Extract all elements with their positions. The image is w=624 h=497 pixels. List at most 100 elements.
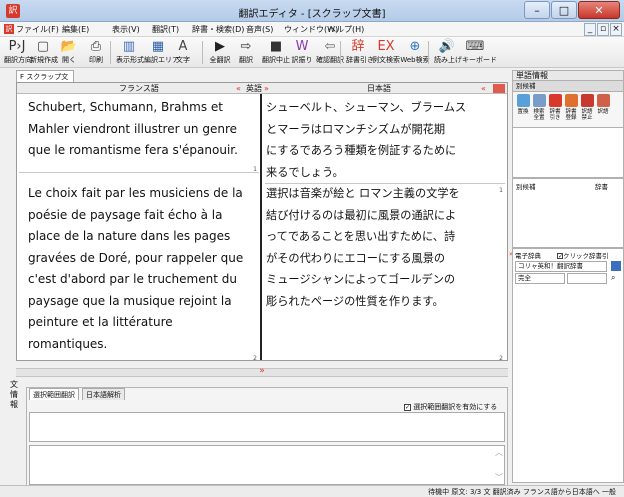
segment-line: Mahler viendront illustrer un genre: [28, 121, 238, 136]
dictionary-icon[interactable]: [549, 94, 562, 107]
swap-right-icon[interactable]: »: [264, 83, 269, 94]
lang-toggle[interactable]: 英語: [246, 83, 262, 94]
selection-source-box[interactable]: [29, 412, 505, 442]
toolbar-label: 翻訳: [239, 56, 253, 64]
direction-icon: P›J: [8, 39, 26, 54]
target-text-pane[interactable]: シューベルト、シューマン、ブラームス とマーラはロマンチシズムが開花期 にするであろ…: [263, 94, 507, 362]
prohibit-icon[interactable]: [581, 94, 594, 107]
keyboard-button[interactable]: ⌨ キーボード: [462, 39, 497, 67]
mdi-restore-button[interactable]: ▫: [597, 23, 609, 36]
selection-result-box[interactable]: ︿ ﹀: [29, 445, 505, 485]
dictionary-select[interactable]: コリャ英和！翻訳辞書: [515, 261, 607, 272]
collapse-icon[interactable]: «: [481, 83, 486, 94]
dictionary-book-icon[interactable]: [611, 261, 621, 271]
segment-line: gravées de Doré, pour rappeler que: [28, 250, 244, 265]
example-search-button[interactable]: EX 例文検索: [372, 39, 400, 67]
mdi-minimize-button[interactable]: _: [584, 23, 596, 36]
segment-line: 彫られたページの性質を作ります。: [266, 294, 444, 308]
panel-splitter[interactable]: »: [16, 366, 508, 377]
enable-selection-translate-checkbox[interactable]: ✓ 選択範囲翻訳を有効にする: [404, 402, 497, 412]
swap-left-icon[interactable]: «: [236, 83, 241, 94]
segment-number: 2: [253, 355, 257, 362]
checkbox-checked-icon: ✓: [404, 403, 411, 411]
target-language-header: 日本語: [367, 84, 391, 93]
view-format-icon: ▥: [122, 39, 136, 54]
grid-header-alternatives: 別候補: [516, 183, 536, 191]
sentence-info-panel: 選択範囲翻訳 日本語解析 ✓ 選択範囲翻訳を有効にする ︿ ﹀: [26, 387, 508, 491]
segment-line: poésie de paysage fait écho à la: [28, 207, 223, 222]
tool-label: 辞書登録: [565, 109, 577, 121]
segment-line: 来るでしょう。: [266, 165, 344, 179]
web-search-button[interactable]: ⊕ Web検索: [400, 39, 430, 67]
source-language-header: フランス語: [119, 84, 159, 93]
checkbox-label: 選択範囲翻訳を有効にする: [413, 403, 498, 411]
register-icon[interactable]: [565, 94, 578, 107]
maximize-button[interactable]: □: [551, 1, 577, 19]
keyboard-icon: ⌨: [465, 39, 485, 54]
toolbar-label: 辞書引き: [346, 56, 374, 64]
toolbar-separator: [340, 41, 341, 64]
edit-area-button[interactable]: ▦ 編訳エリア: [144, 39, 179, 67]
tab-japanese-analysis[interactable]: 日本語解析: [82, 388, 125, 400]
direction-button[interactable]: P›J 翻訳方向: [4, 39, 32, 67]
menu-item-7[interactable]: ヘルプ(H): [328, 24, 364, 35]
tool-label: 訳語禁止: [581, 109, 593, 121]
minimize-button[interactable]: –: [524, 1, 550, 19]
toolbar-label: 翻訳方向: [4, 56, 32, 64]
mdi-close-button[interactable]: ×: [610, 23, 622, 36]
segment-line: que le romantisme fera s'épanouir.: [28, 143, 238, 157]
translate-all-icon: ▶: [215, 39, 225, 54]
alternatives-grid[interactable]: 別候補 辞書: [512, 178, 624, 248]
toolbar-label: 全翻訳: [209, 56, 231, 64]
binoculars-icon[interactable]: ⌕: [611, 273, 615, 283]
new-document-icon: ▢: [36, 39, 50, 54]
column-header: フランス語 « 英語 » 日本語 «: [17, 83, 507, 94]
font-button[interactable]: A 文字: [172, 39, 194, 67]
new-document-button[interactable]: ▢ 新規作成: [30, 39, 58, 67]
word-icon[interactable]: [597, 94, 610, 107]
alternatives-list[interactable]: [512, 128, 624, 178]
close-button[interactable]: ✕: [578, 1, 620, 19]
menu-item-0[interactable]: ファイル(F): [16, 24, 59, 35]
furigana-icon: W: [295, 39, 309, 54]
source-text-pane[interactable]: Schubert, Schumann, Brahms et Mahler vien…: [17, 94, 261, 362]
segment-line: ってであることを思い出すために、詩: [266, 230, 456, 243]
menu-bar: 訳 ファイル(F) 編集(E) 表示(V) 翻訳(T) 辞書・検索(D) 音声(S) ウィン…: [0, 22, 624, 37]
segment-line: 結び付けるのは最初に風景の通訳によ: [266, 208, 457, 222]
match-select[interactable]: 完全: [515, 273, 565, 284]
sentence-info-label: 文情報: [10, 380, 18, 409]
dictionary-tab[interactable]: 電子辞典: [515, 250, 541, 260]
toolbar-label: 訳振り: [291, 56, 313, 64]
replace-icon[interactable]: [517, 94, 530, 107]
search-replace-icon[interactable]: [533, 94, 546, 107]
toolbar-separator: [110, 41, 111, 64]
stop-button[interactable]: ■ 翻訳中止: [262, 39, 290, 67]
dictionary-search-input[interactable]: [567, 273, 607, 284]
menu-item-2[interactable]: 表示(V): [112, 24, 140, 35]
translate-button[interactable]: ⇨ 翻訳: [234, 39, 258, 67]
scroll-up-icon[interactable]: ︿: [495, 447, 503, 458]
pane-close-icon[interactable]: [493, 84, 505, 93]
segment-line: ミュージシャンによってゴールデンの: [266, 273, 456, 286]
menu-item-3[interactable]: 翻訳(T): [152, 24, 179, 35]
pane-divider[interactable]: [260, 94, 262, 360]
translation-editor: フランス語 « 英語 » 日本語 « Schubert, Schumann, B…: [16, 82, 508, 362]
printer-button[interactable]: ⎙ 印刷: [84, 39, 108, 67]
toolbar-label: 編訳エリア: [144, 56, 179, 64]
open-folder-button[interactable]: 📂 開く: [58, 39, 80, 67]
view-format-button[interactable]: ▥ 表示形式: [116, 39, 144, 67]
scroll-down-icon[interactable]: ﹀: [495, 472, 503, 483]
read-aloud-button[interactable]: 🔊 読み上げ: [434, 39, 462, 67]
translate-all-button[interactable]: ▶ 全翻訳: [208, 39, 232, 67]
tab-selection-translate[interactable]: 選択範囲翻訳: [29, 388, 79, 400]
menu-item-4[interactable]: 辞書・検索(D): [192, 24, 244, 35]
tool-label: 訳語: [597, 109, 609, 115]
menu-item-5[interactable]: 音声(S): [246, 24, 273, 35]
mdi-doc-icon[interactable]: 訳: [4, 24, 14, 34]
example-search-icon: EX: [377, 39, 395, 54]
dictionary-lookup-button[interactable]: 辞辞書引き: [346, 39, 374, 67]
menu-item-1[interactable]: 編集(E): [62, 24, 89, 35]
splitter-arrow-icon[interactable]: »: [16, 366, 508, 376]
click-lookup-checkbox[interactable]: ✓クリック辞書引: [557, 250, 609, 260]
furigana-button[interactable]: W 訳振り: [290, 39, 314, 67]
